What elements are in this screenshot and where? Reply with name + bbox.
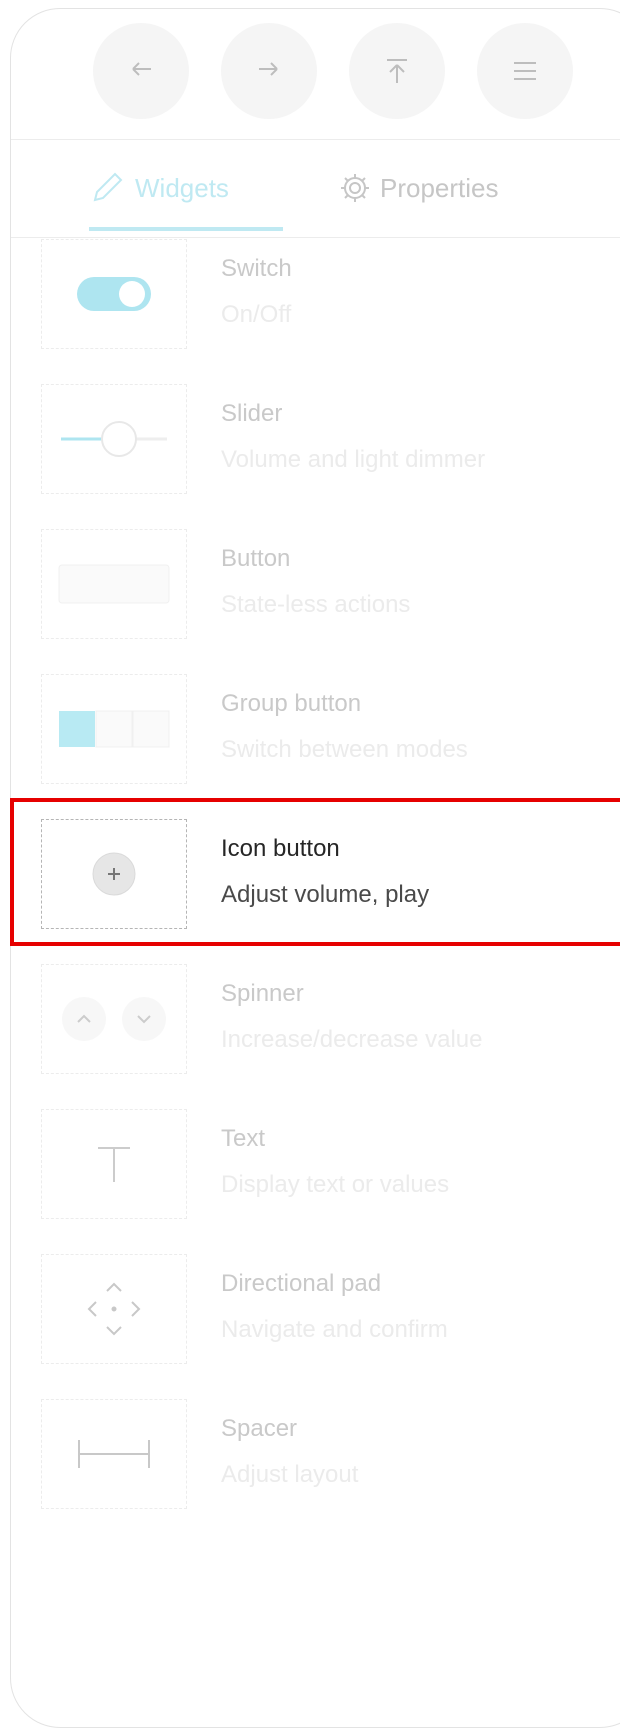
spacer-icon xyxy=(78,1440,150,1468)
widget-desc: State-less actions xyxy=(221,591,411,618)
widget-thumb xyxy=(41,819,187,929)
menu-icon xyxy=(514,62,536,80)
widget-desc: Navigate and confirm xyxy=(221,1316,448,1343)
undo-button[interactable] xyxy=(93,23,189,119)
widget-thumb xyxy=(41,384,187,494)
redo-icon xyxy=(259,62,278,76)
tab-bar: Widgets Properties xyxy=(11,139,620,238)
widget-thumb xyxy=(41,1399,187,1509)
pencil-icon xyxy=(93,172,123,202)
spinner-preview-icon xyxy=(62,997,166,1041)
upload-icon xyxy=(387,59,407,83)
toolbar xyxy=(11,9,620,140)
button-preview-icon xyxy=(58,564,170,604)
widget-desc: Increase/decrease value xyxy=(221,1026,483,1053)
switch-preview-icon xyxy=(77,277,151,311)
widget-thumb xyxy=(41,964,187,1074)
group-button-preview-icon xyxy=(59,710,170,748)
widget-name: Button xyxy=(221,545,291,572)
widget-thumb xyxy=(41,1109,187,1219)
widget-item-slider[interactable]: Slider Volume and light dimmer xyxy=(11,384,620,502)
widget-item-text[interactable]: Text Display text or values xyxy=(11,1109,620,1227)
widget-desc: Display text or values xyxy=(221,1171,450,1198)
widget-item-spinner[interactable]: Spinner Increase/decrease value xyxy=(11,964,620,1082)
tab-properties-label: Properties xyxy=(380,172,499,203)
widget-thumb xyxy=(41,674,187,784)
widget-name: Text xyxy=(221,1125,266,1152)
widget-name: Icon button xyxy=(221,835,340,862)
slider-preview-icon xyxy=(61,421,167,457)
tab-widgets-label: Widgets xyxy=(135,172,229,203)
gear-icon xyxy=(341,174,369,202)
widget-thumb xyxy=(41,239,187,349)
widget-desc: Adjust volume, play xyxy=(221,881,430,908)
widget-desc: Volume and light dimmer xyxy=(221,446,486,473)
widget-item-button[interactable]: Button State-less actions xyxy=(11,529,620,647)
plus-icon xyxy=(92,852,136,896)
redo-button[interactable] xyxy=(221,23,317,119)
widget-name: Switch xyxy=(221,255,292,282)
widget-name: Spacer xyxy=(221,1415,298,1442)
widget-panel: Widgets Properties Switch On/Off Slider … xyxy=(10,8,620,1728)
undo-icon xyxy=(132,62,151,76)
widget-name: Slider xyxy=(221,400,283,427)
widget-item-directional-pad[interactable]: Directional pad Navigate and confirm xyxy=(11,1254,620,1372)
widget-item-spacer[interactable]: Spacer Adjust layout xyxy=(11,1399,620,1517)
widget-desc: On/Off xyxy=(221,301,292,328)
dpad-icon xyxy=(87,1282,141,1336)
active-tab-indicator xyxy=(89,227,283,231)
widget-item-icon-button[interactable]: Icon button Adjust volume, play xyxy=(11,819,620,937)
widget-name: Directional pad xyxy=(221,1270,382,1297)
widget-item-group-button[interactable]: Group button Switch between modes xyxy=(11,674,620,792)
widget-desc: Adjust layout xyxy=(221,1461,359,1488)
text-icon xyxy=(98,1147,130,1182)
widget-thumb xyxy=(41,529,187,639)
upload-button[interactable] xyxy=(349,23,445,119)
widget-item-switch[interactable]: Switch On/Off xyxy=(11,239,620,357)
menu-button[interactable] xyxy=(477,23,573,119)
widget-name: Spinner xyxy=(221,980,304,1007)
widget-thumb xyxy=(41,1254,187,1364)
tab-widgets[interactable]: Widgets xyxy=(87,165,229,211)
widget-desc: Switch between modes xyxy=(221,736,468,763)
widget-name: Group button xyxy=(221,690,362,717)
tab-properties[interactable]: Properties xyxy=(338,165,499,211)
